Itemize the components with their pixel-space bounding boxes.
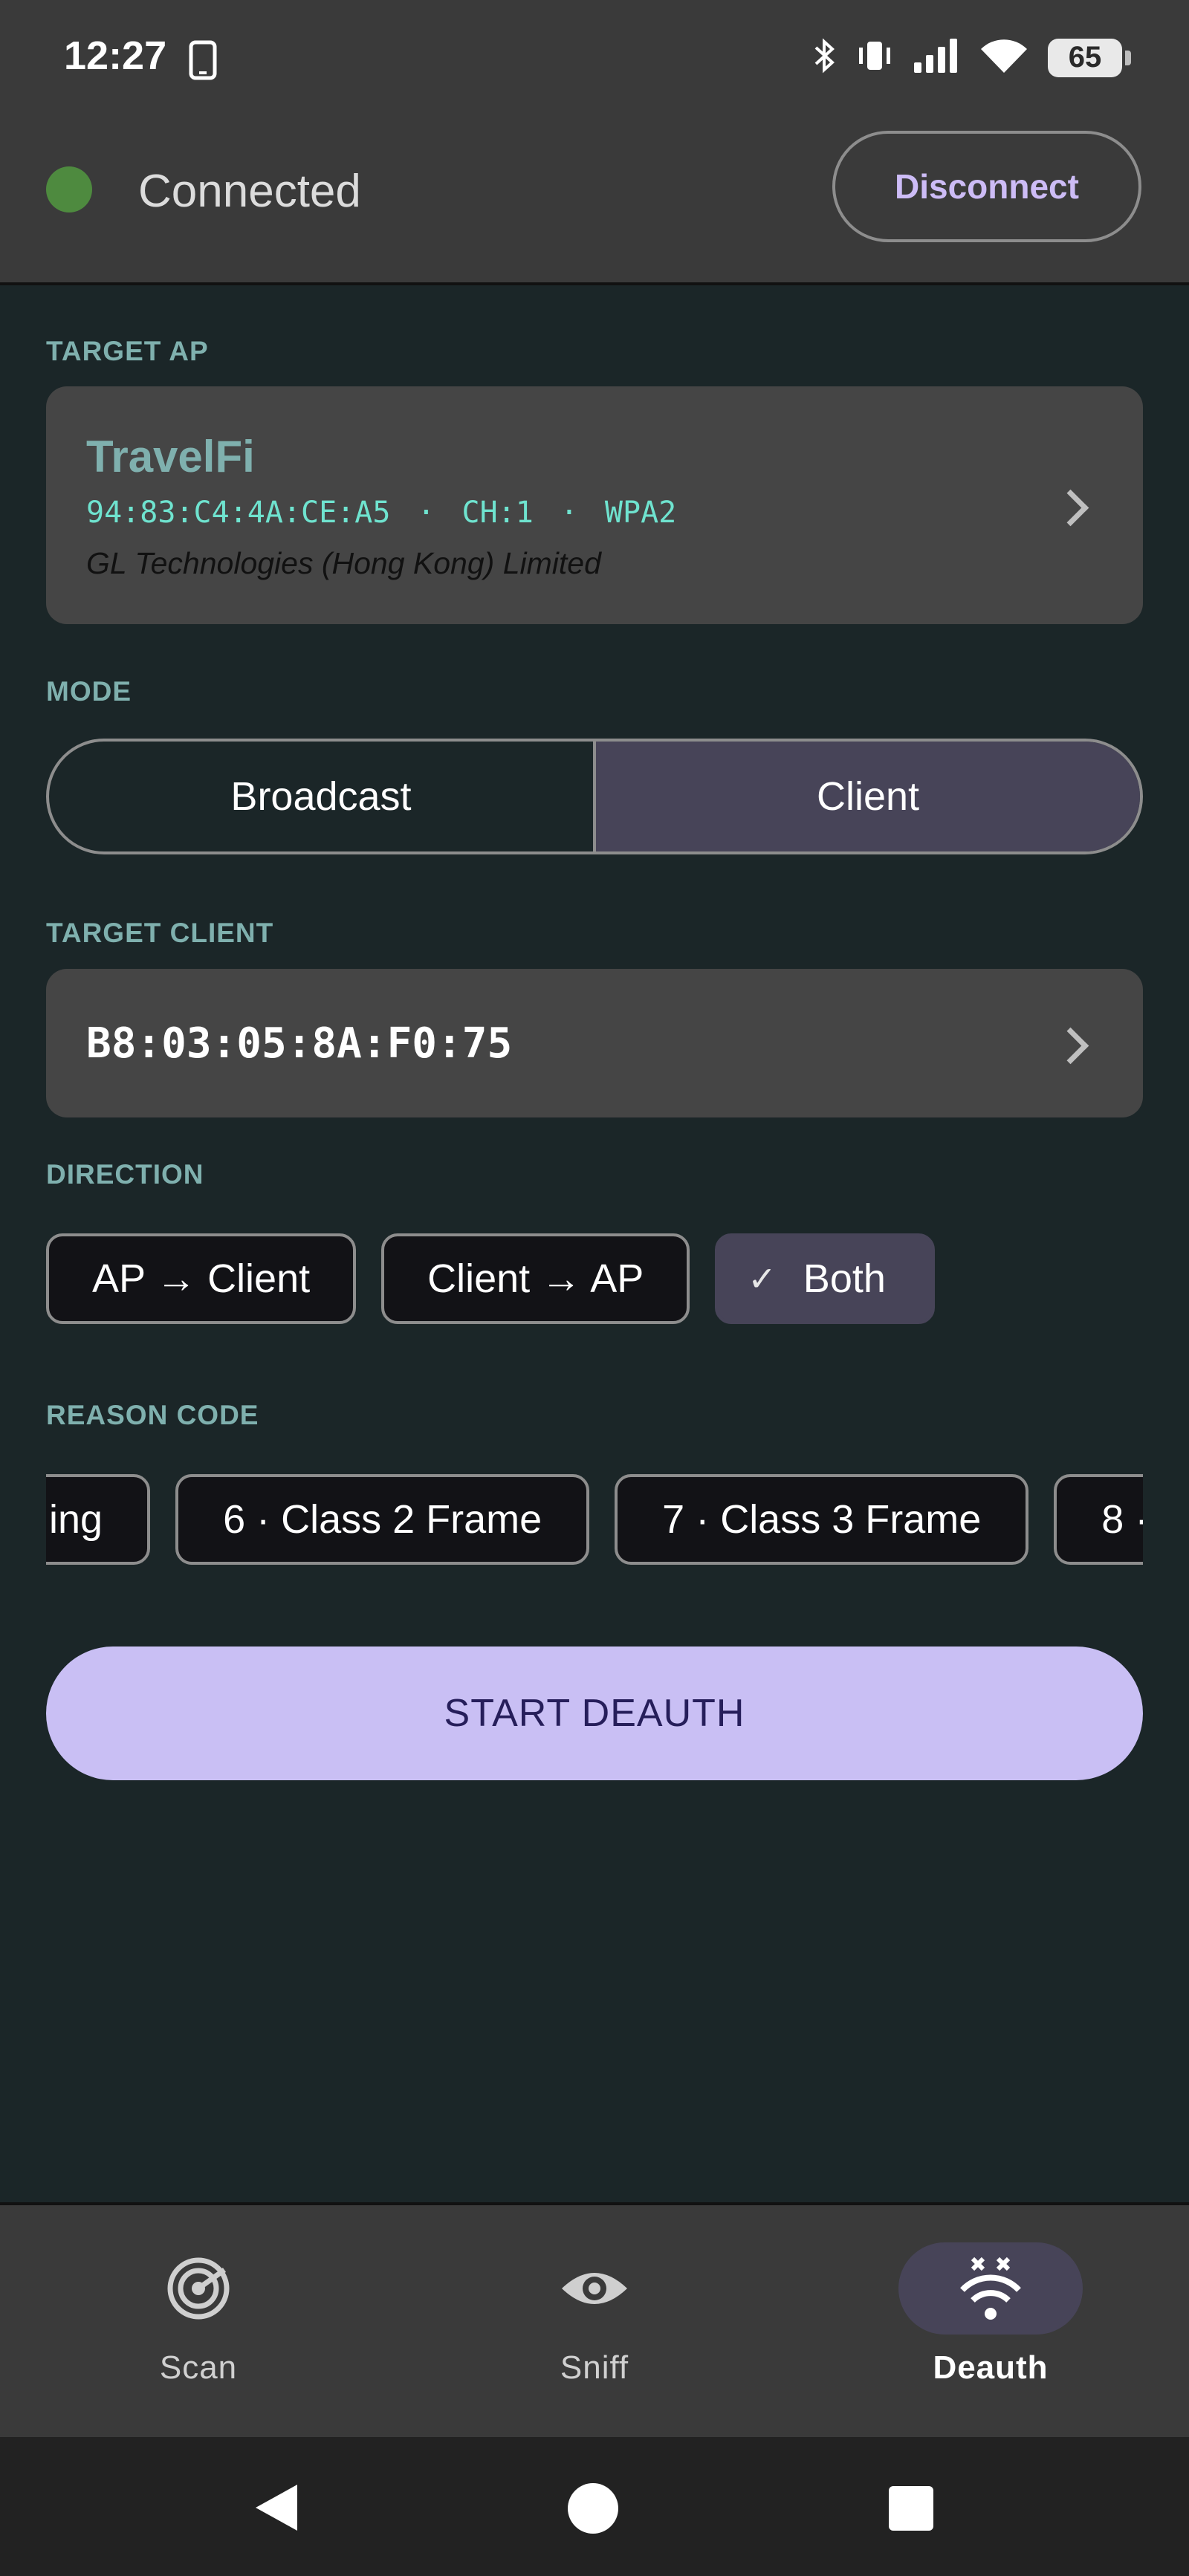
reason-chip[interactable]: 7 · Class 3 Frame — [615, 1474, 1029, 1565]
mode-option-client[interactable]: Client — [593, 742, 1140, 851]
status-icons: 65 — [811, 37, 1131, 78]
phone-icon — [189, 40, 217, 84]
nav-item-deauth[interactable]: Deauth — [792, 2205, 1189, 2440]
nav-item-sniff[interactable]: Sniff — [396, 2205, 793, 2440]
reason-chip[interactable]: 8 · I — [1054, 1474, 1143, 1565]
client-mac: B8:03:05:8A:F0:75 — [86, 1019, 513, 1068]
target-ap-card[interactable]: TravelFi 94:83:C4:4A:CE:A5 · CH:1 · WPA2… — [46, 386, 1143, 624]
chevron-right-icon — [1052, 1027, 1089, 1065]
direction-chips: AP → Client Client → AP ✓ Both — [46, 1233, 935, 1324]
target-client-label: TARGET CLIENT — [46, 918, 274, 948]
start-deauth-button[interactable]: START DEAUTH — [46, 1647, 1143, 1780]
mode-label: MODE — [46, 676, 132, 707]
recents-icon[interactable] — [889, 2486, 933, 2531]
eye-icon — [562, 2273, 627, 2304]
connection-status-label: Connected — [138, 166, 361, 217]
reason-code-scroller[interactable]: ing 6 · Class 2 Frame 7 · Class 3 Frame … — [46, 1474, 1143, 1566]
meta-separator: · — [560, 496, 578, 530]
mode-toggle: Broadcast Client — [46, 739, 1143, 854]
battery-icon: 65 — [1048, 38, 1131, 77]
mode-option-broadcast[interactable]: Broadcast — [49, 742, 593, 851]
disconnect-button[interactable]: Disconnect — [832, 131, 1141, 242]
status-time: 12:27 — [64, 33, 167, 78]
home-icon[interactable] — [568, 2483, 618, 2534]
target-client-card[interactable]: B8:03:05:8A:F0:75 — [46, 969, 1143, 1117]
radar-icon — [167, 2257, 230, 2320]
cell-signal-icon — [913, 37, 960, 78]
nav-label-sniff: Sniff — [560, 2349, 629, 2386]
direction-chip-ap-to-client[interactable]: AP → Client — [46, 1233, 357, 1324]
reason-chip[interactable]: 6 · Class 2 Frame — [175, 1474, 590, 1565]
direction-chip-client-to-ap[interactable]: Client → AP — [381, 1233, 690, 1324]
nav-label-deauth: Deauth — [933, 2349, 1049, 2386]
ap-ssid: TravelFi — [86, 432, 255, 481]
reason-chip[interactable]: ing — [46, 1474, 151, 1565]
check-icon: ✓ — [748, 1259, 777, 1298]
bottom-nav: Scan Sniff Deauth — [0, 2202, 1189, 2437]
deauth-wifi-icon — [960, 2257, 1021, 2320]
direction-label: DIRECTION — [46, 1159, 204, 1190]
status-bar: 12:27 65 — [0, 0, 1189, 119]
ap-meta: 94:83:C4:4A:CE:A5 · CH:1 · WPA2 — [86, 496, 1103, 530]
bluetooth-icon — [811, 37, 837, 78]
reason-code-label: REASON CODE — [46, 1400, 259, 1430]
back-icon[interactable] — [253, 2482, 300, 2537]
wifi-icon — [979, 37, 1028, 78]
system-nav-bar — [0, 2437, 1189, 2576]
ap-security: WPA2 — [604, 496, 677, 530]
vibrate-icon — [856, 37, 893, 78]
direction-chip-both[interactable]: ✓ Both — [715, 1233, 935, 1324]
ap-bssid: 94:83:C4:4A:CE:A5 — [86, 496, 391, 530]
ap-vendor: GL Technologies (Hong Kong) Limited — [86, 546, 601, 580]
ap-channel: CH:1 — [461, 496, 534, 530]
target-ap-label: TARGET AP — [46, 336, 209, 366]
nav-label-scan: Scan — [159, 2349, 238, 2386]
nav-item-scan[interactable]: Scan — [0, 2205, 397, 2440]
meta-separator: · — [417, 496, 435, 530]
connection-status-dot — [46, 166, 92, 212]
direction-chip-label: Both — [803, 1256, 886, 1301]
connection-header: Connected Disconnect — [0, 119, 1189, 285]
reason-code-chips: ing 6 · Class 2 Frame 7 · Class 3 Frame … — [46, 1474, 1143, 1565]
